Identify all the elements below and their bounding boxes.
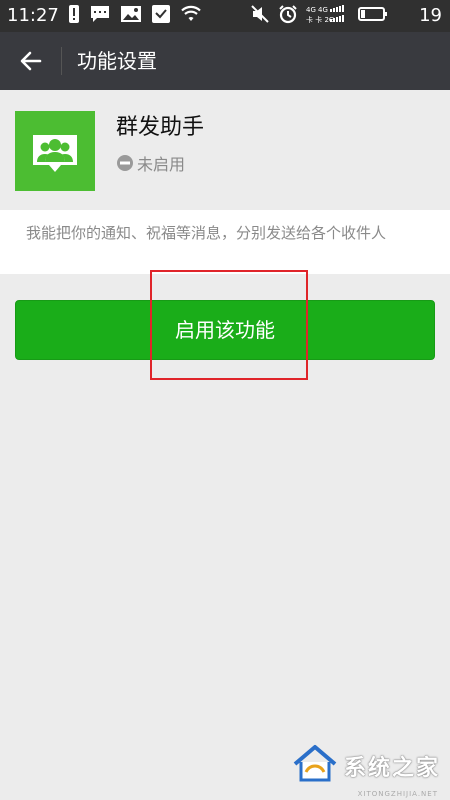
status-time: 11:27 <box>7 5 59 26</box>
image-icon <box>120 4 142 28</box>
wifi-icon <box>180 4 202 28</box>
system-icons: 4G 4G 卡 卡 2G <box>250 4 388 28</box>
app-bar: 功能设置 <box>0 32 450 90</box>
house-logo-icon <box>292 744 338 788</box>
alert-icon <box>68 4 80 28</box>
back-button[interactable] <box>16 46 46 76</box>
watermark-url: XITONGZHIJIA.NET <box>357 790 438 798</box>
watermark: 系统之家 <box>292 742 440 790</box>
feature-description: 我能把你的通知、祝福等消息，分别发送给各个收件人 <box>26 224 387 242</box>
disabled-icon <box>116 154 134 176</box>
svg-text:4G: 4G <box>306 6 316 14</box>
message-icon <box>89 4 111 28</box>
status-label: 未启用 <box>137 155 186 174</box>
watermark-text: 系统之家 <box>343 756 440 781</box>
appbar-divider <box>61 47 62 75</box>
feature-status: 未启用 <box>116 154 185 176</box>
back-arrow-icon <box>20 51 42 71</box>
battery-icon <box>358 4 388 28</box>
status-bar: 11:27 4G 4G 卡 卡 2G 19 <box>0 0 450 32</box>
svg-text:4G: 4G <box>318 6 328 14</box>
description-panel: 我能把你的通知、祝福等消息，分别发送给各个收件人 <box>0 210 450 274</box>
signal-icon: 4G 4G 卡 卡 2G <box>306 4 350 28</box>
mute-icon <box>250 4 270 28</box>
group-message-icon <box>15 111 95 191</box>
notification-icons <box>68 4 202 28</box>
alarm-icon <box>278 4 298 28</box>
feature-header: 群发助手 未启用 <box>0 90 450 210</box>
enable-feature-button[interactable]: 启用该功能 <box>15 300 435 360</box>
page-title: 功能设置 <box>77 49 157 73</box>
battery-percent: 19 <box>419 5 442 26</box>
feature-name: 群发助手 <box>116 115 205 140</box>
download-check-icon <box>151 4 171 28</box>
